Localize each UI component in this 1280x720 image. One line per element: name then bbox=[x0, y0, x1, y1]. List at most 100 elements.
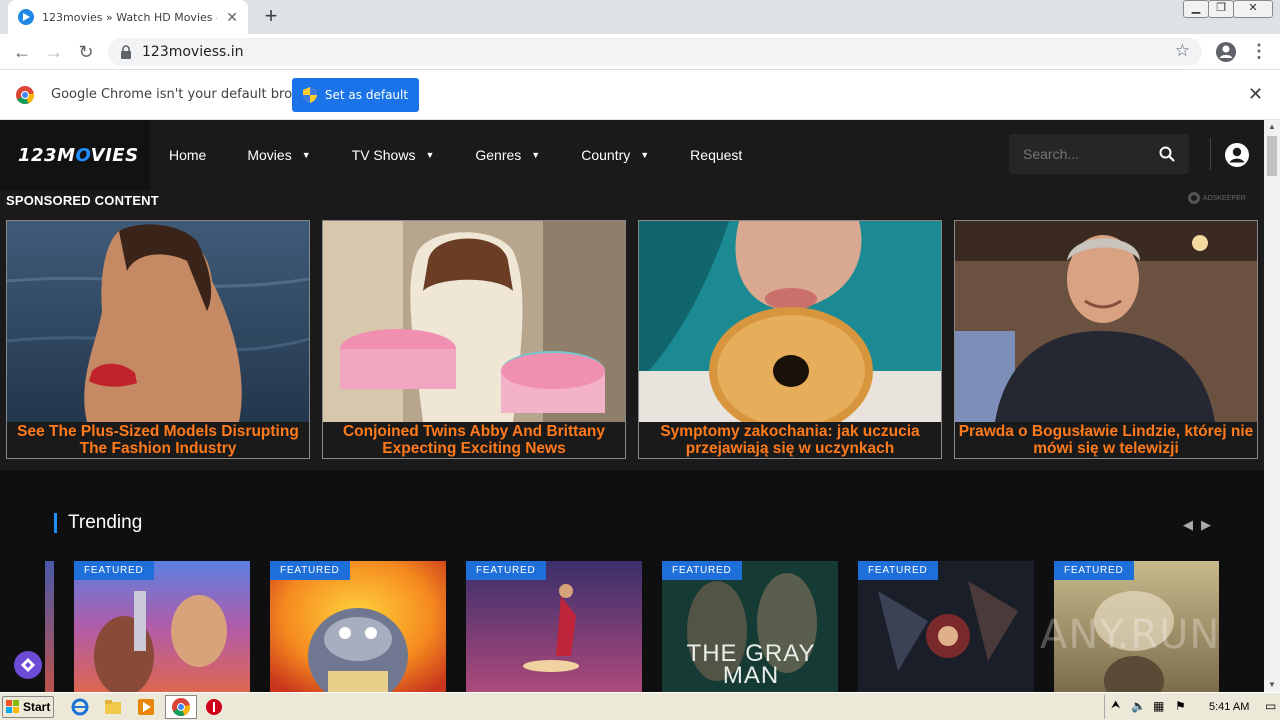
page-viewport: 123MOVIES Home Movies ▼ TV Shows ▼ Genres ▼… bbox=[0, 120, 1264, 692]
ad-image-donut bbox=[639, 221, 941, 422]
ad-image-older-man bbox=[955, 221, 1257, 422]
movie-poster[interactable]: FEATURED bbox=[74, 561, 250, 692]
watermark: ANY.RUN bbox=[1040, 612, 1221, 658]
ad-image-twins-cakes bbox=[323, 221, 625, 422]
featured-badge: FEATURED bbox=[74, 561, 154, 580]
user-account-icon[interactable] bbox=[1224, 142, 1250, 168]
logo-text-suffix: VIES bbox=[90, 144, 139, 166]
nav-item-home[interactable]: Home bbox=[169, 147, 206, 163]
browser-tabstrip: 123movies » Watch HD Movies & TV ✕ + ▁ ❐… bbox=[0, 0, 1280, 34]
adskeeper-ring-icon bbox=[1188, 192, 1200, 204]
flag-icon[interactable]: ⚑ bbox=[1175, 699, 1186, 713]
scroll-up-icon[interactable]: ▲ bbox=[1264, 120, 1280, 134]
nav-item-country[interactable]: Country ▼ bbox=[581, 147, 649, 163]
scroll-thumb[interactable] bbox=[1267, 136, 1277, 176]
trending-title: Trending bbox=[68, 512, 143, 533]
start-button[interactable]: Start bbox=[2, 696, 54, 718]
movie-poster[interactable]: FEATURED bbox=[858, 561, 1034, 692]
set-default-button[interactable]: Set as default bbox=[292, 78, 419, 112]
search-icon[interactable] bbox=[1159, 146, 1175, 162]
new-tab-button[interactable]: + bbox=[258, 4, 284, 30]
featured-badge: FEATURED bbox=[858, 561, 938, 580]
floating-action-button[interactable] bbox=[14, 651, 42, 679]
poster-partial[interactable] bbox=[45, 561, 54, 692]
nav-label: Country bbox=[581, 147, 631, 163]
profile-icon[interactable] bbox=[1214, 40, 1238, 64]
chevron-right-icon[interactable]: ▶ bbox=[1201, 517, 1211, 533]
infobar-close-icon[interactable]: ✕ bbox=[1248, 84, 1263, 105]
trending-heading: Trending bbox=[54, 512, 142, 534]
browser-tab[interactable]: 123movies » Watch HD Movies & TV ✕ bbox=[8, 0, 248, 34]
bookmark-star-icon[interactable]: ☆ bbox=[1175, 41, 1190, 61]
movie-poster[interactable]: FEATURED bbox=[466, 561, 642, 692]
adskeeper-logo[interactable]: ADSKEEPER bbox=[1188, 192, 1246, 204]
ad-provider-label: ADSKEEPER bbox=[1203, 194, 1246, 202]
ad-card[interactable]: Prawda o Bogusławie Lindzie, której nie … bbox=[954, 220, 1258, 459]
page-scrollbar[interactable]: ▲ ▼ bbox=[1264, 120, 1280, 692]
windows-logo-icon bbox=[6, 700, 19, 713]
chevron-down-icon: ▼ bbox=[301, 150, 311, 160]
tray-expand-icon[interactable]: ⮝ bbox=[1111, 699, 1120, 712]
chrome-menu-icon[interactable]: ⋮ bbox=[1250, 40, 1268, 64]
ad-card[interactable]: Conjoined Twins Abby And Brittany Expect… bbox=[322, 220, 626, 459]
reload-icon[interactable]: ↻ bbox=[74, 40, 98, 64]
nav-label: Genres bbox=[475, 147, 522, 163]
featured-badge: FEATURED bbox=[1054, 561, 1134, 580]
slider-controls: ◀ ▶ bbox=[1183, 517, 1219, 533]
chrome-taskbar-icon[interactable] bbox=[172, 698, 190, 716]
ad-card[interactable]: Symptomy zakochania: jak uczucia przejaw… bbox=[638, 220, 942, 459]
start-label: Start bbox=[23, 700, 51, 714]
tab-close-icon[interactable]: ✕ bbox=[226, 9, 238, 26]
default-browser-infobar: Google Chrome isn't your default browser… bbox=[0, 70, 1280, 120]
ie-icon[interactable] bbox=[71, 698, 89, 716]
forward-icon[interactable]: → bbox=[42, 40, 66, 64]
scroll-down-icon[interactable]: ▼ bbox=[1264, 678, 1280, 692]
network-icon[interactable]: ▦ bbox=[1153, 699, 1164, 713]
site-header: 123MOVIES Home Movies ▼ TV Shows ▼ Genres ▼… bbox=[0, 120, 1264, 190]
featured-badge: FEATURED bbox=[466, 561, 546, 580]
movie-poster[interactable]: FEATURED bbox=[270, 561, 446, 692]
nav-item-request[interactable]: Request bbox=[690, 147, 742, 163]
header-divider bbox=[1210, 138, 1211, 170]
movie-poster[interactable]: FEATURED THE GRAY MAN bbox=[662, 561, 838, 692]
search-box bbox=[1009, 134, 1189, 174]
sponsored-title: SPONSORED CONTENT bbox=[6, 193, 159, 208]
ad-image-beach-model bbox=[7, 221, 309, 422]
volume-icon[interactable]: 🔈 bbox=[1131, 699, 1146, 713]
ad-card[interactable]: See The Plus-Sized Models Disrupting The… bbox=[6, 220, 310, 459]
system-tray: ⮝ 🔈 ▦ ⚑ ▭ bbox=[1104, 695, 1280, 719]
media-player-icon[interactable] bbox=[137, 698, 155, 716]
close-window-button[interactable]: ✕ bbox=[1233, 0, 1273, 18]
folder-icon[interactable] bbox=[104, 698, 122, 716]
chevron-down-icon: ▼ bbox=[425, 150, 435, 160]
tab-title: 123movies » Watch HD Movies & TV bbox=[42, 10, 217, 24]
nav-item-genres[interactable]: Genres ▼ bbox=[475, 147, 540, 163]
chrome-logo-icon bbox=[16, 86, 34, 104]
address-bar[interactable]: 123moviess.in ☆ bbox=[108, 38, 1202, 66]
nav-label: Request bbox=[690, 147, 743, 163]
heading-accent-bar bbox=[54, 513, 57, 533]
nav-item-movies[interactable]: Movies ▼ bbox=[247, 147, 310, 163]
set-default-label: Set as default bbox=[324, 88, 409, 102]
chevron-left-icon[interactable]: ◀ bbox=[1183, 517, 1193, 533]
show-desktop-icon[interactable]: ▭ bbox=[1265, 699, 1276, 713]
main-nav: Home Movies ▼ TV Shows ▼ Genres ▼ Country ▼ … bbox=[150, 120, 764, 190]
ad-caption: Prawda o Bogusławie Lindzie, której nie … bbox=[958, 423, 1254, 457]
stop-sign-icon[interactable] bbox=[205, 698, 223, 716]
nav-label: Home bbox=[169, 147, 207, 163]
url-text: 123moviess.in bbox=[142, 44, 244, 60]
featured-badge: FEATURED bbox=[662, 561, 742, 580]
back-icon[interactable]: ← bbox=[10, 40, 34, 64]
minimize-button[interactable]: ▁ bbox=[1183, 0, 1209, 18]
ad-caption: See The Plus-Sized Models Disrupting The… bbox=[17, 423, 299, 457]
ad-caption: Symptomy zakochania: jak uczucia przejaw… bbox=[660, 423, 920, 457]
ad-caption: Conjoined Twins Abby And Brittany Expect… bbox=[342, 423, 606, 457]
restore-button[interactable]: ❐ bbox=[1208, 0, 1234, 18]
poster-title-text: THE GRAY MAN bbox=[686, 640, 816, 689]
featured-badge: FEATURED bbox=[270, 561, 350, 580]
search-input[interactable] bbox=[1023, 146, 1153, 162]
chevron-down-icon: ▼ bbox=[640, 150, 650, 160]
taskbar-clock: 5:41 AM bbox=[1209, 701, 1250, 713]
site-logo[interactable]: 123MOVIES bbox=[0, 120, 150, 190]
nav-item-tv-shows[interactable]: TV Shows ▼ bbox=[352, 147, 435, 163]
